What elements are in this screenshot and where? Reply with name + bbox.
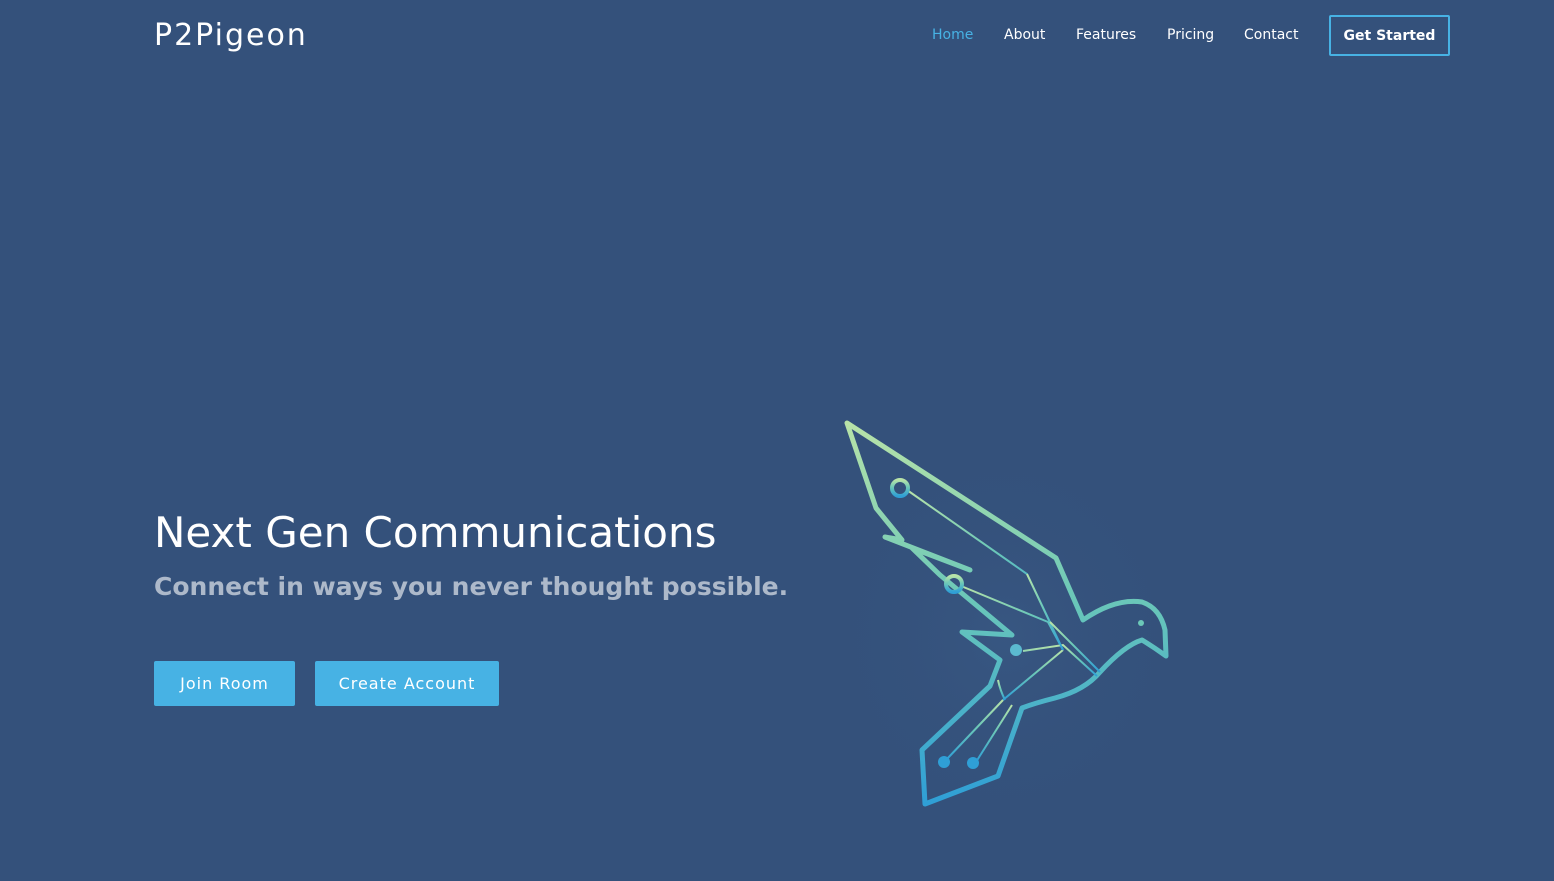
nav-home-link[interactable]: Home [932, 25, 973, 45]
get-started-button[interactable]: Get Started [1329, 15, 1450, 56]
site-header: P2Pigeon Home About Features Pricing Con… [0, 0, 1554, 72]
nav-pricing-link[interactable]: Pricing [1167, 25, 1214, 45]
circuit-pigeon-icon [815, 410, 1195, 820]
nav-contact-link[interactable]: Contact [1244, 25, 1298, 45]
nav-features-link[interactable]: Features [1076, 25, 1136, 45]
main-nav: Home About Features Pricing Contact Get … [0, 0, 1554, 72]
create-account-button[interactable]: Create Account [315, 661, 499, 706]
join-room-button[interactable]: Join Room [154, 661, 295, 706]
hero-subtitle: Connect in ways you never thought possib… [154, 572, 789, 601]
nav-about-link[interactable]: About [1004, 25, 1045, 45]
hero-title: Next Gen Communications [154, 508, 717, 557]
